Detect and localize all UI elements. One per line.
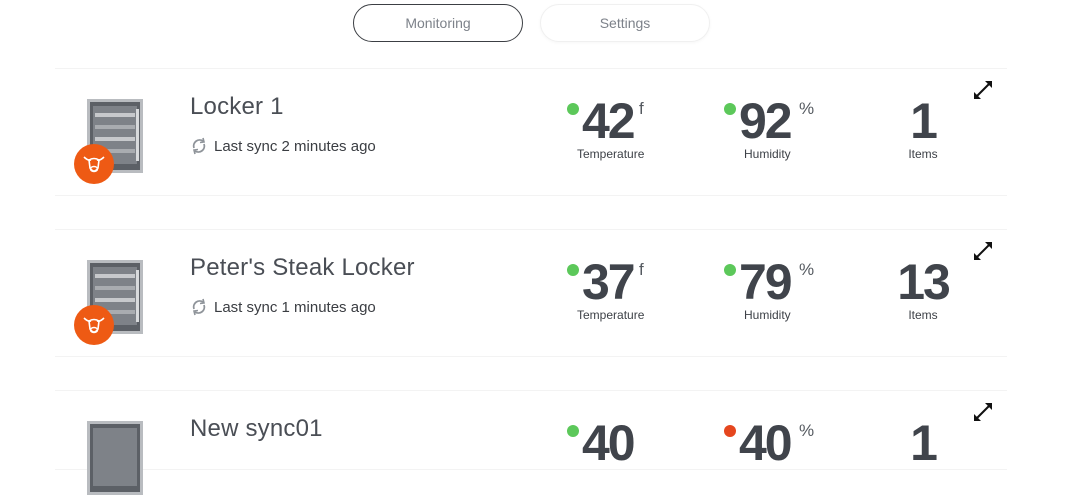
temperature-status-dot	[567, 425, 579, 437]
items-metric: 13 Items	[893, 256, 953, 326]
humidity-metric: 92 % Humidity	[722, 95, 842, 165]
temperature-metric: 37 f Temperature	[565, 256, 685, 326]
locker-name[interactable]: New sync01	[190, 415, 323, 443]
temperature-label: Temperature	[577, 308, 645, 322]
humidity-unit: %	[799, 260, 815, 279]
humidity-label: Humidity	[744, 308, 791, 322]
humidity-label: Humidity	[744, 147, 791, 161]
cow-badge-icon	[74, 144, 114, 184]
humidity-value: 79	[739, 254, 793, 310]
humidity-metric: 79 % Humidity	[722, 256, 842, 326]
temperature-value: 40	[582, 415, 636, 471]
expand-icon[interactable]	[972, 240, 994, 262]
humidity-unit: %	[799, 421, 815, 440]
temperature-label: Temperature	[577, 147, 645, 161]
temperature-status-dot	[567, 103, 579, 115]
humidity-status-dot	[724, 425, 736, 437]
temperature-metric: 40	[565, 417, 685, 487]
humidity-value: 92	[739, 93, 793, 149]
humidity-metric: 40 %	[722, 417, 842, 487]
humidity-value: 40	[739, 415, 793, 471]
tab-settings[interactable]: Settings	[540, 4, 710, 42]
sync-status: Last sync 2 minutes ago	[190, 137, 376, 155]
locker-name[interactable]: Peter's Steak Locker	[190, 254, 415, 282]
expand-icon[interactable]	[972, 401, 994, 423]
locker-name[interactable]: Locker 1	[190, 93, 284, 121]
cow-badge-icon	[74, 305, 114, 345]
temperature-value: 37	[582, 254, 636, 310]
tab-monitoring[interactable]: Monitoring	[353, 4, 523, 42]
locker-card[interactable]: Peter's Steak Locker Last sync 1 minutes…	[55, 229, 1007, 357]
items-value: 1	[910, 415, 938, 471]
items-label: Items	[908, 147, 938, 161]
items-value: 1	[910, 93, 938, 149]
humidity-status-dot	[724, 103, 736, 115]
humidity-status-dot	[724, 264, 736, 276]
items-label: Items	[908, 308, 938, 322]
items-metric: 1	[893, 417, 953, 487]
wine-fridge-thumbnail	[87, 421, 143, 495]
temperature-unit: f	[639, 260, 644, 279]
temperature-status-dot	[567, 264, 579, 276]
expand-icon[interactable]	[972, 79, 994, 101]
sync-text: Last sync 2 minutes ago	[214, 137, 376, 155]
sync-text: Last sync 1 minutes ago	[214, 298, 376, 316]
sync-status: Last sync 1 minutes ago	[190, 298, 376, 316]
locker-card[interactable]: New sync01 40 40 % 1	[55, 390, 1007, 495]
sync-icon	[192, 137, 206, 155]
items-value: 13	[897, 254, 951, 310]
locker-card[interactable]: Locker 1 Last sync 2 minutes ago 42 f Te…	[55, 68, 1007, 196]
temperature-value: 42	[582, 93, 636, 149]
sync-icon	[192, 298, 206, 316]
temperature-unit: f	[639, 99, 644, 118]
humidity-unit: %	[799, 99, 815, 118]
items-metric: 1 Items	[893, 95, 953, 165]
temperature-metric: 42 f Temperature	[565, 95, 685, 165]
